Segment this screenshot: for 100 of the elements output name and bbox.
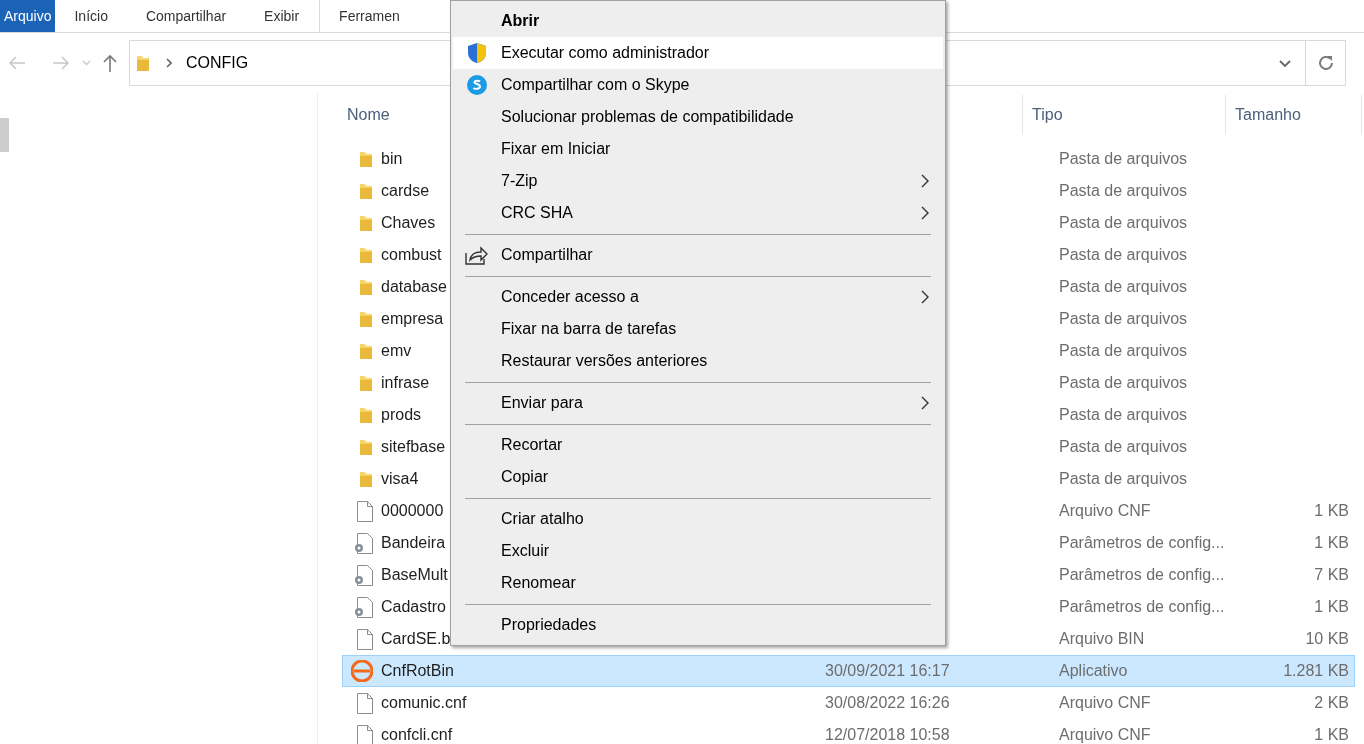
menu-item[interactable]: Restaurar versões anteriores — [453, 345, 943, 377]
menu-item[interactable]: Fixar em Iniciar — [453, 133, 943, 165]
share-icon — [465, 245, 489, 265]
column-header[interactable]: Tipo — [1023, 95, 1226, 135]
file-type: Parâmetros de config... — [1059, 565, 1226, 585]
ribbon-tab[interactable]: Ferramen — [319, 0, 419, 32]
column-header[interactable]: Tamanho — [1226, 95, 1362, 135]
date-modified: 12/07/2018 10:58 — [824, 725, 951, 744]
folder-icon — [359, 150, 373, 168]
refresh-icon — [1317, 55, 1334, 71]
menu-item[interactable]: Renomear — [453, 567, 943, 599]
menu-item[interactable]: Excluir — [453, 535, 943, 567]
menu-item[interactable]: 7-Zip — [453, 165, 943, 197]
folder-icon — [359, 374, 373, 392]
file-type: Pasta de arquivos — [1059, 181, 1189, 201]
file-icon — [357, 500, 373, 522]
file-size: 10 KB — [1304, 629, 1349, 649]
file-size: 7 KB — [1313, 565, 1349, 585]
file-icon — [357, 724, 373, 744]
ribbon-tab[interactable]: Arquivo — [0, 0, 56, 32]
menu-item[interactable]: Compartilhar com o Skype — [453, 69, 943, 101]
up-arrow-icon[interactable] — [103, 54, 117, 72]
menu-item[interactable]: Conceder acesso a — [453, 281, 943, 313]
folder-icon — [359, 214, 373, 232]
file-name: empresa — [381, 310, 444, 327]
file-name: 0000000 — [381, 502, 444, 519]
file-name: cardse — [381, 182, 430, 199]
file-name: database — [381, 278, 447, 295]
menu-item[interactable]: Executar como administrador — [453, 37, 943, 69]
folder-icon — [359, 278, 373, 296]
menu-item[interactable]: Abrir — [453, 5, 943, 37]
chevron-down-icon[interactable] — [1279, 59, 1291, 67]
file-type: Pasta de arquivos — [1059, 405, 1189, 425]
ribbon-tab[interactable]: Compartilhar — [126, 0, 246, 32]
config-file-icon — [353, 532, 373, 554]
config-file-icon — [353, 564, 373, 586]
config-file-icon — [353, 596, 373, 618]
menu-item[interactable]: Recortar — [453, 429, 943, 461]
file-type: Pasta de arquivos — [1059, 213, 1189, 233]
file-size: 1 KB — [1313, 725, 1349, 744]
forward-icon[interactable] — [52, 56, 70, 70]
file-name: infrase — [381, 374, 430, 391]
skype-icon — [466, 74, 488, 96]
file-type: Arquivo CNF — [1059, 693, 1152, 713]
selected-row[interactable]: CnfRotBin 30/09/2021 16:17 Aplicativo 1.281 KB — [342, 655, 1355, 687]
refresh-button[interactable] — [1306, 40, 1346, 86]
menu-item[interactable]: Compartilhar — [453, 239, 943, 271]
file-name: Cadastro — [381, 598, 446, 615]
folder-icon — [359, 342, 373, 360]
folder-icon — [359, 470, 373, 488]
shield-icon — [467, 42, 487, 64]
file-size: 2 KB — [1313, 693, 1349, 713]
ribbon-tab[interactable]: Exibir — [245, 0, 319, 32]
file-type: Pasta de arquivos — [1059, 437, 1189, 457]
file-name: CnfRotBin — [381, 662, 454, 679]
file-name: CardSE.b — [381, 630, 451, 647]
scrollbar-thumb[interactable] — [0, 118, 9, 152]
file-type: Pasta de arquivos — [1059, 309, 1189, 329]
breadcrumb-item[interactable]: CONFIG — [186, 51, 249, 75]
file-name: Bandeira — [381, 534, 446, 551]
menu-item[interactable]: Solucionar problemas de compatibilidade — [453, 101, 943, 133]
menu-item[interactable]: Fixar na barra de tarefas — [453, 313, 943, 345]
chevron-right-icon — [166, 58, 172, 68]
file-name: BaseMult — [381, 566, 448, 583]
file-type: Aplicativo — [1059, 661, 1129, 681]
folder-icon — [136, 54, 150, 72]
folder-icon — [359, 246, 373, 264]
file-type: Pasta de arquivos — [1059, 341, 1189, 361]
menu-item[interactable]: Enviar para — [453, 387, 943, 419]
file-type: Arquivo CNF — [1059, 501, 1152, 521]
menu-item[interactable]: Copiar — [453, 461, 943, 493]
file-name: visa4 — [381, 470, 419, 487]
file-size: 1 KB — [1313, 597, 1349, 617]
file-type: Pasta de arquivos — [1059, 469, 1189, 489]
file-name: Chaves — [381, 214, 436, 231]
file-icon — [357, 692, 373, 714]
date-modified: 30/08/2022 16:26 — [824, 693, 951, 713]
file-name: bin — [381, 150, 403, 167]
file-icon — [357, 628, 373, 650]
file-type: Pasta de arquivos — [1059, 277, 1189, 297]
file-type: Arquivo CNF — [1059, 725, 1152, 744]
file-type: Parâmetros de config... — [1059, 533, 1226, 553]
file-type: Pasta de arquivos — [1059, 149, 1189, 169]
folder-icon — [359, 310, 373, 328]
folder-icon — [359, 438, 373, 456]
back-icon[interactable] — [8, 56, 26, 70]
menu-item[interactable]: CRC SHA — [453, 197, 943, 229]
menu-item[interactable]: Criar atalho — [453, 503, 943, 535]
file-name: sitefbase — [381, 438, 446, 455]
menu-item[interactable]: Propriedades — [453, 609, 943, 641]
file-type: Pasta de arquivos — [1059, 373, 1189, 393]
file-type: Pasta de arquivos — [1059, 245, 1189, 265]
file-size: 1 KB — [1313, 533, 1349, 553]
folder-icon — [359, 406, 373, 424]
file-size: 1.281 KB — [1282, 661, 1349, 681]
file-type: Parâmetros de config... — [1059, 597, 1226, 617]
ribbon-tab[interactable]: Início — [55, 0, 127, 32]
file-type: Arquivo BIN — [1059, 629, 1146, 649]
date-modified: 30/09/2021 16:17 — [824, 661, 951, 681]
file-name: combust — [381, 246, 442, 263]
